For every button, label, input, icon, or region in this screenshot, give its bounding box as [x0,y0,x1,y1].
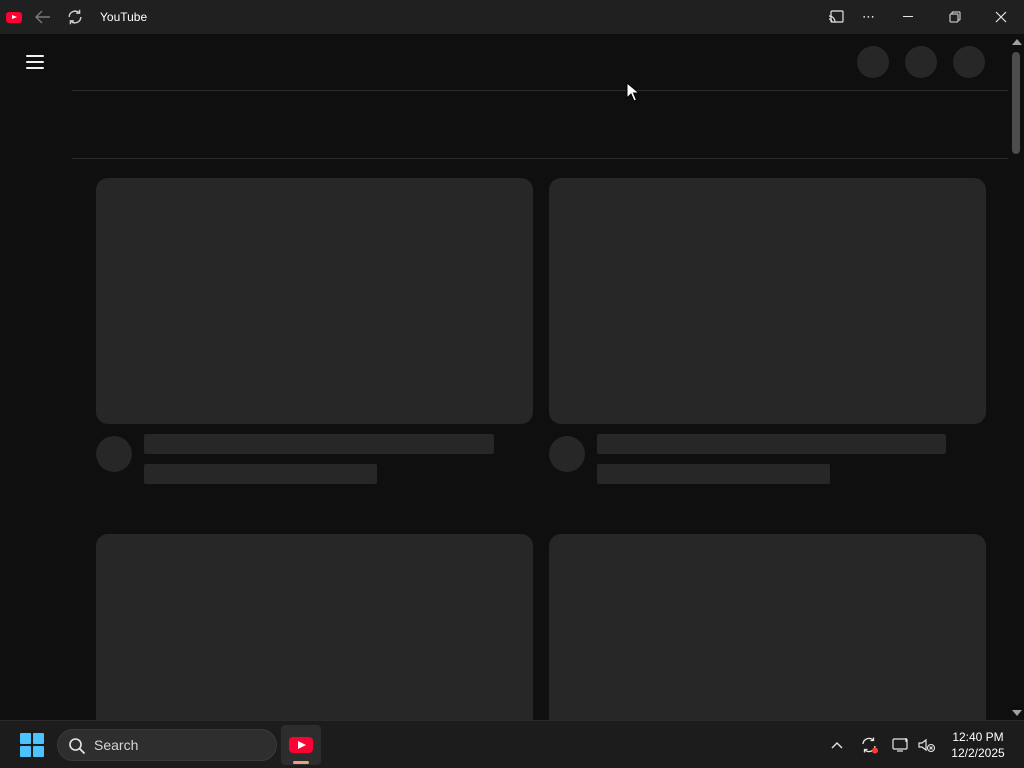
refresh-icon [68,9,82,25]
youtube-page [0,34,1024,720]
youtube-logo-icon [4,0,24,34]
video-thumbnail-placeholder [96,534,533,720]
volume-muted-icon[interactable] [916,721,938,768]
title-bar: YouTube ⋯ [0,0,1024,34]
windows-start-icon[interactable] [18,732,46,758]
scroll-thumb[interactable] [1012,52,1020,154]
system-clock[interactable]: 12:40 PM 12/2/2025 [944,729,1012,761]
taskbar: Search 12:40 PM 12/2/2025 [0,720,1024,768]
minimize-icon [903,16,913,17]
close-icon [995,11,1007,23]
video-thumbnail-placeholder [549,178,986,424]
header-button-placeholder [905,46,937,78]
channel-avatar-placeholder [96,436,132,472]
channel-avatar-placeholder [549,436,585,472]
video-thumbnail-placeholder [549,534,986,720]
hamburger-menu-icon[interactable] [24,52,48,72]
minimize-button[interactable] [886,0,932,34]
cast-icon [828,10,844,23]
refresh-button[interactable] [62,0,88,34]
taskbar-search[interactable]: Search [57,729,277,761]
video-thumbnail-placeholder [96,178,533,424]
sync-icon[interactable] [858,721,880,768]
clock-date: 12/2/2025 [951,746,1005,760]
scroll-up-arrow-icon[interactable] [1012,39,1022,45]
display-icon[interactable] [890,721,912,768]
video-title-placeholder [597,434,946,454]
clock-time: 12:40 PM [952,730,1004,744]
active-app-indicator [293,761,309,764]
window-title: YouTube [100,10,148,24]
video-meta-placeholder [144,464,377,484]
video-title-placeholder [144,434,494,454]
search-icon [69,738,86,755]
header-button-placeholder [953,46,985,78]
video-meta-placeholder [597,464,830,484]
mouse-cursor-icon [626,82,640,102]
search-label: Search [94,737,139,753]
header-divider [72,90,1008,91]
page-scrollbar[interactable] [1008,34,1024,720]
arrow-left-icon [35,10,50,24]
chevron-up-icon[interactable] [826,721,848,768]
close-button[interactable] [978,0,1024,34]
restore-button[interactable] [932,0,978,34]
chips-divider [72,158,1008,159]
restore-icon [949,11,961,23]
header-button-placeholder [857,46,889,78]
back-button[interactable] [30,0,56,34]
scroll-down-arrow-icon[interactable] [1012,710,1022,716]
youtube-app-icon[interactable] [281,725,321,765]
